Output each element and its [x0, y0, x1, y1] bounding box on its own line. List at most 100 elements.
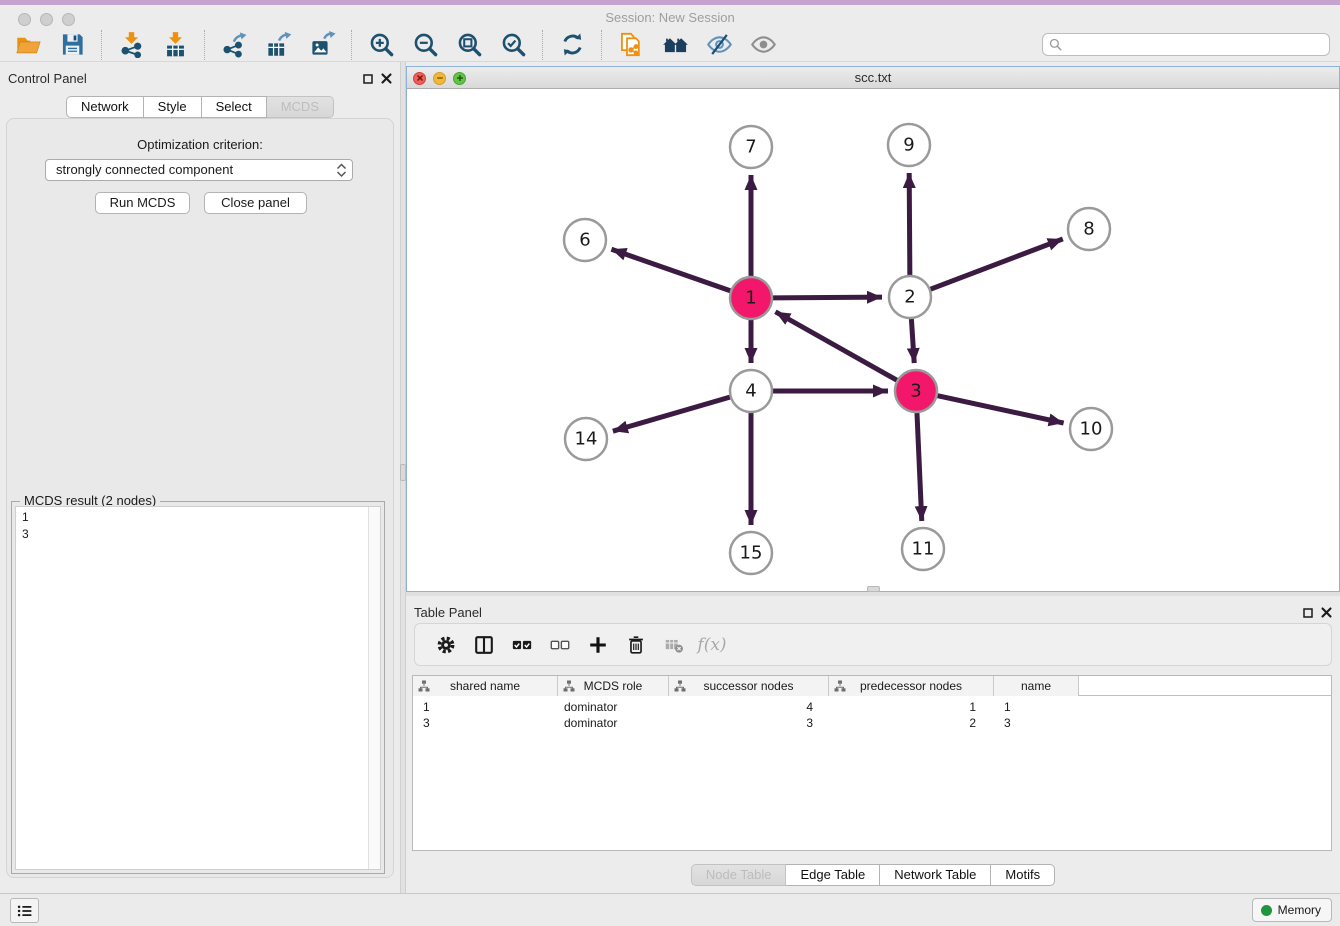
svg-text:4: 4 — [745, 381, 756, 402]
split-columns-icon[interactable] — [471, 632, 497, 658]
optimization-criterion-select[interactable]: strongly connected component — [45, 159, 353, 181]
graph-edge-2-9[interactable] — [909, 173, 910, 275]
open-folder-icon[interactable] — [13, 29, 43, 61]
graph-node-2[interactable]: 2 — [889, 276, 931, 318]
run-mcds-button[interactable]: Run MCDS — [95, 192, 190, 214]
column-header-predecessor-nodes[interactable]: predecessor nodes — [829, 676, 994, 696]
svg-text:3: 3 — [910, 381, 921, 402]
optimization-criterion-label: Optimization criterion: — [7, 137, 393, 152]
graph-node-1[interactable]: 1 — [730, 277, 772, 319]
column-header-MCDS-role[interactable]: MCDS role — [558, 676, 669, 696]
memory-status-icon — [1261, 905, 1272, 916]
table-toolbar: f(x) — [414, 623, 1332, 666]
close-panel-icon[interactable] — [381, 71, 392, 89]
zoom-in-icon[interactable] — [366, 29, 396, 61]
graph-edge-3-11[interactable] — [917, 413, 922, 521]
table-cell: dominator — [558, 699, 669, 715]
mcds-result-text: 1 3 — [16, 507, 380, 545]
close-panel-icon[interactable] — [1321, 605, 1332, 623]
graph-node-6[interactable]: 6 — [564, 219, 606, 261]
result-scrollbar[interactable] — [368, 507, 380, 869]
graph-edge-4-14[interactable] — [613, 397, 730, 431]
window-titlebar: Session: New Session — [0, 0, 1340, 28]
graph-edge-1-2[interactable] — [773, 297, 882, 298]
memory-label: Memory — [1278, 903, 1321, 917]
column-header-shared-name[interactable]: shared name — [413, 676, 558, 696]
search-input[interactable] — [1066, 37, 1329, 53]
tab-network-table[interactable]: Network Table — [880, 864, 991, 886]
task-history-button[interactable] — [10, 898, 39, 923]
graph-node-15[interactable]: 15 — [730, 532, 772, 574]
memory-button[interactable]: Memory — [1252, 898, 1332, 922]
network-view-window: scc.txt 1 2 3 4 6 7 8 9 10 11 14 15 — [406, 66, 1340, 592]
gear-icon[interactable] — [433, 632, 459, 658]
zoom-selected-icon[interactable] — [498, 29, 528, 61]
graph-node-10[interactable]: 10 — [1070, 408, 1112, 450]
delete-column-icon[interactable] — [623, 632, 649, 658]
tab-select[interactable]: Select — [202, 96, 267, 118]
hide-graphics-details-icon[interactable] — [704, 29, 734, 61]
home-icon[interactable] — [660, 29, 690, 61]
tab-edge-table[interactable]: Edge Table — [786, 864, 880, 886]
tab-node-table[interactable]: Node Table — [691, 864, 787, 886]
toolbar-separator — [101, 30, 102, 60]
add-column-icon[interactable] — [585, 632, 611, 658]
select-all-checkbox-icon[interactable] — [509, 632, 535, 658]
float-panel-icon[interactable] — [363, 71, 373, 89]
table-panel-title: Table Panel — [414, 605, 482, 620]
search-field[interactable] — [1042, 33, 1330, 56]
table-cell: dominator — [558, 715, 669, 731]
graph-node-11[interactable]: 11 — [902, 528, 944, 570]
delete-table-icon[interactable] — [661, 632, 687, 658]
graph-edge-1-6[interactable] — [611, 249, 730, 291]
unselect-all-checkbox-icon[interactable] — [547, 632, 573, 658]
graph-node-14[interactable]: 14 — [565, 418, 607, 460]
column-header-label: name — [1021, 679, 1051, 693]
export-image-icon[interactable] — [307, 29, 337, 61]
show-graphics-details-icon[interactable] — [748, 29, 778, 61]
network-window-titlebar[interactable]: scc.txt — [407, 67, 1339, 89]
column-header-name[interactable]: name — [994, 676, 1079, 696]
graph-node-4[interactable]: 4 — [730, 370, 772, 412]
tree-icon — [674, 680, 686, 692]
graph-edge-2-3[interactable] — [911, 319, 914, 363]
column-header-successor-nodes[interactable]: successor nodes — [669, 676, 829, 696]
mcds-result-textarea[interactable]: 1 3 — [15, 506, 381, 870]
graph-node-7[interactable]: 7 — [730, 126, 772, 168]
refresh-icon[interactable] — [557, 29, 587, 61]
close-panel-button[interactable]: Close panel — [204, 192, 307, 214]
graph-node-3[interactable]: 3 — [895, 370, 937, 412]
save-session-icon[interactable] — [57, 29, 87, 61]
float-panel-icon[interactable] — [1303, 605, 1313, 623]
mcds-result-group: MCDS result (2 nodes) 1 3 — [11, 501, 385, 874]
graph-edge-3-1[interactable] — [775, 312, 896, 380]
node-table: shared name MCDS role successor nodes pr… — [412, 675, 1332, 851]
graph-edge-2-8[interactable] — [931, 239, 1063, 289]
table-row[interactable]: 3dominator323 — [413, 715, 1331, 731]
zoom-out-icon[interactable] — [410, 29, 440, 61]
function-builder-icon[interactable]: f(x) — [699, 632, 725, 658]
table-row[interactable]: 1dominator411 — [413, 699, 1331, 715]
graph-edge-3-10[interactable] — [937, 396, 1063, 423]
status-bar: Memory — [0, 893, 1340, 926]
import-table-icon[interactable] — [160, 29, 190, 61]
export-table-icon[interactable] — [263, 29, 293, 61]
svg-text:11: 11 — [912, 539, 935, 560]
tab-style[interactable]: Style — [144, 96, 202, 118]
network-from-file-icon[interactable] — [616, 29, 646, 61]
graph-node-8[interactable]: 8 — [1068, 208, 1110, 250]
table-header-row: shared name MCDS role successor nodes pr… — [413, 676, 1331, 696]
table-cell: 1 — [994, 699, 1079, 715]
zoom-fit-icon[interactable] — [454, 29, 484, 61]
export-network-icon[interactable] — [219, 29, 249, 61]
tab-motifs[interactable]: Motifs — [991, 864, 1055, 886]
tree-icon — [418, 680, 430, 692]
network-canvas[interactable]: 1 2 3 4 6 7 8 9 10 11 14 15 — [407, 89, 1339, 591]
svg-text:14: 14 — [575, 429, 598, 450]
graph-node-9[interactable]: 9 — [888, 124, 930, 166]
tab-network[interactable]: Network — [66, 96, 144, 118]
svg-text:6: 6 — [579, 230, 590, 251]
import-network-icon[interactable] — [116, 29, 146, 61]
tab-mcds[interactable]: MCDS — [267, 96, 334, 118]
main-toolbar — [0, 28, 1340, 62]
